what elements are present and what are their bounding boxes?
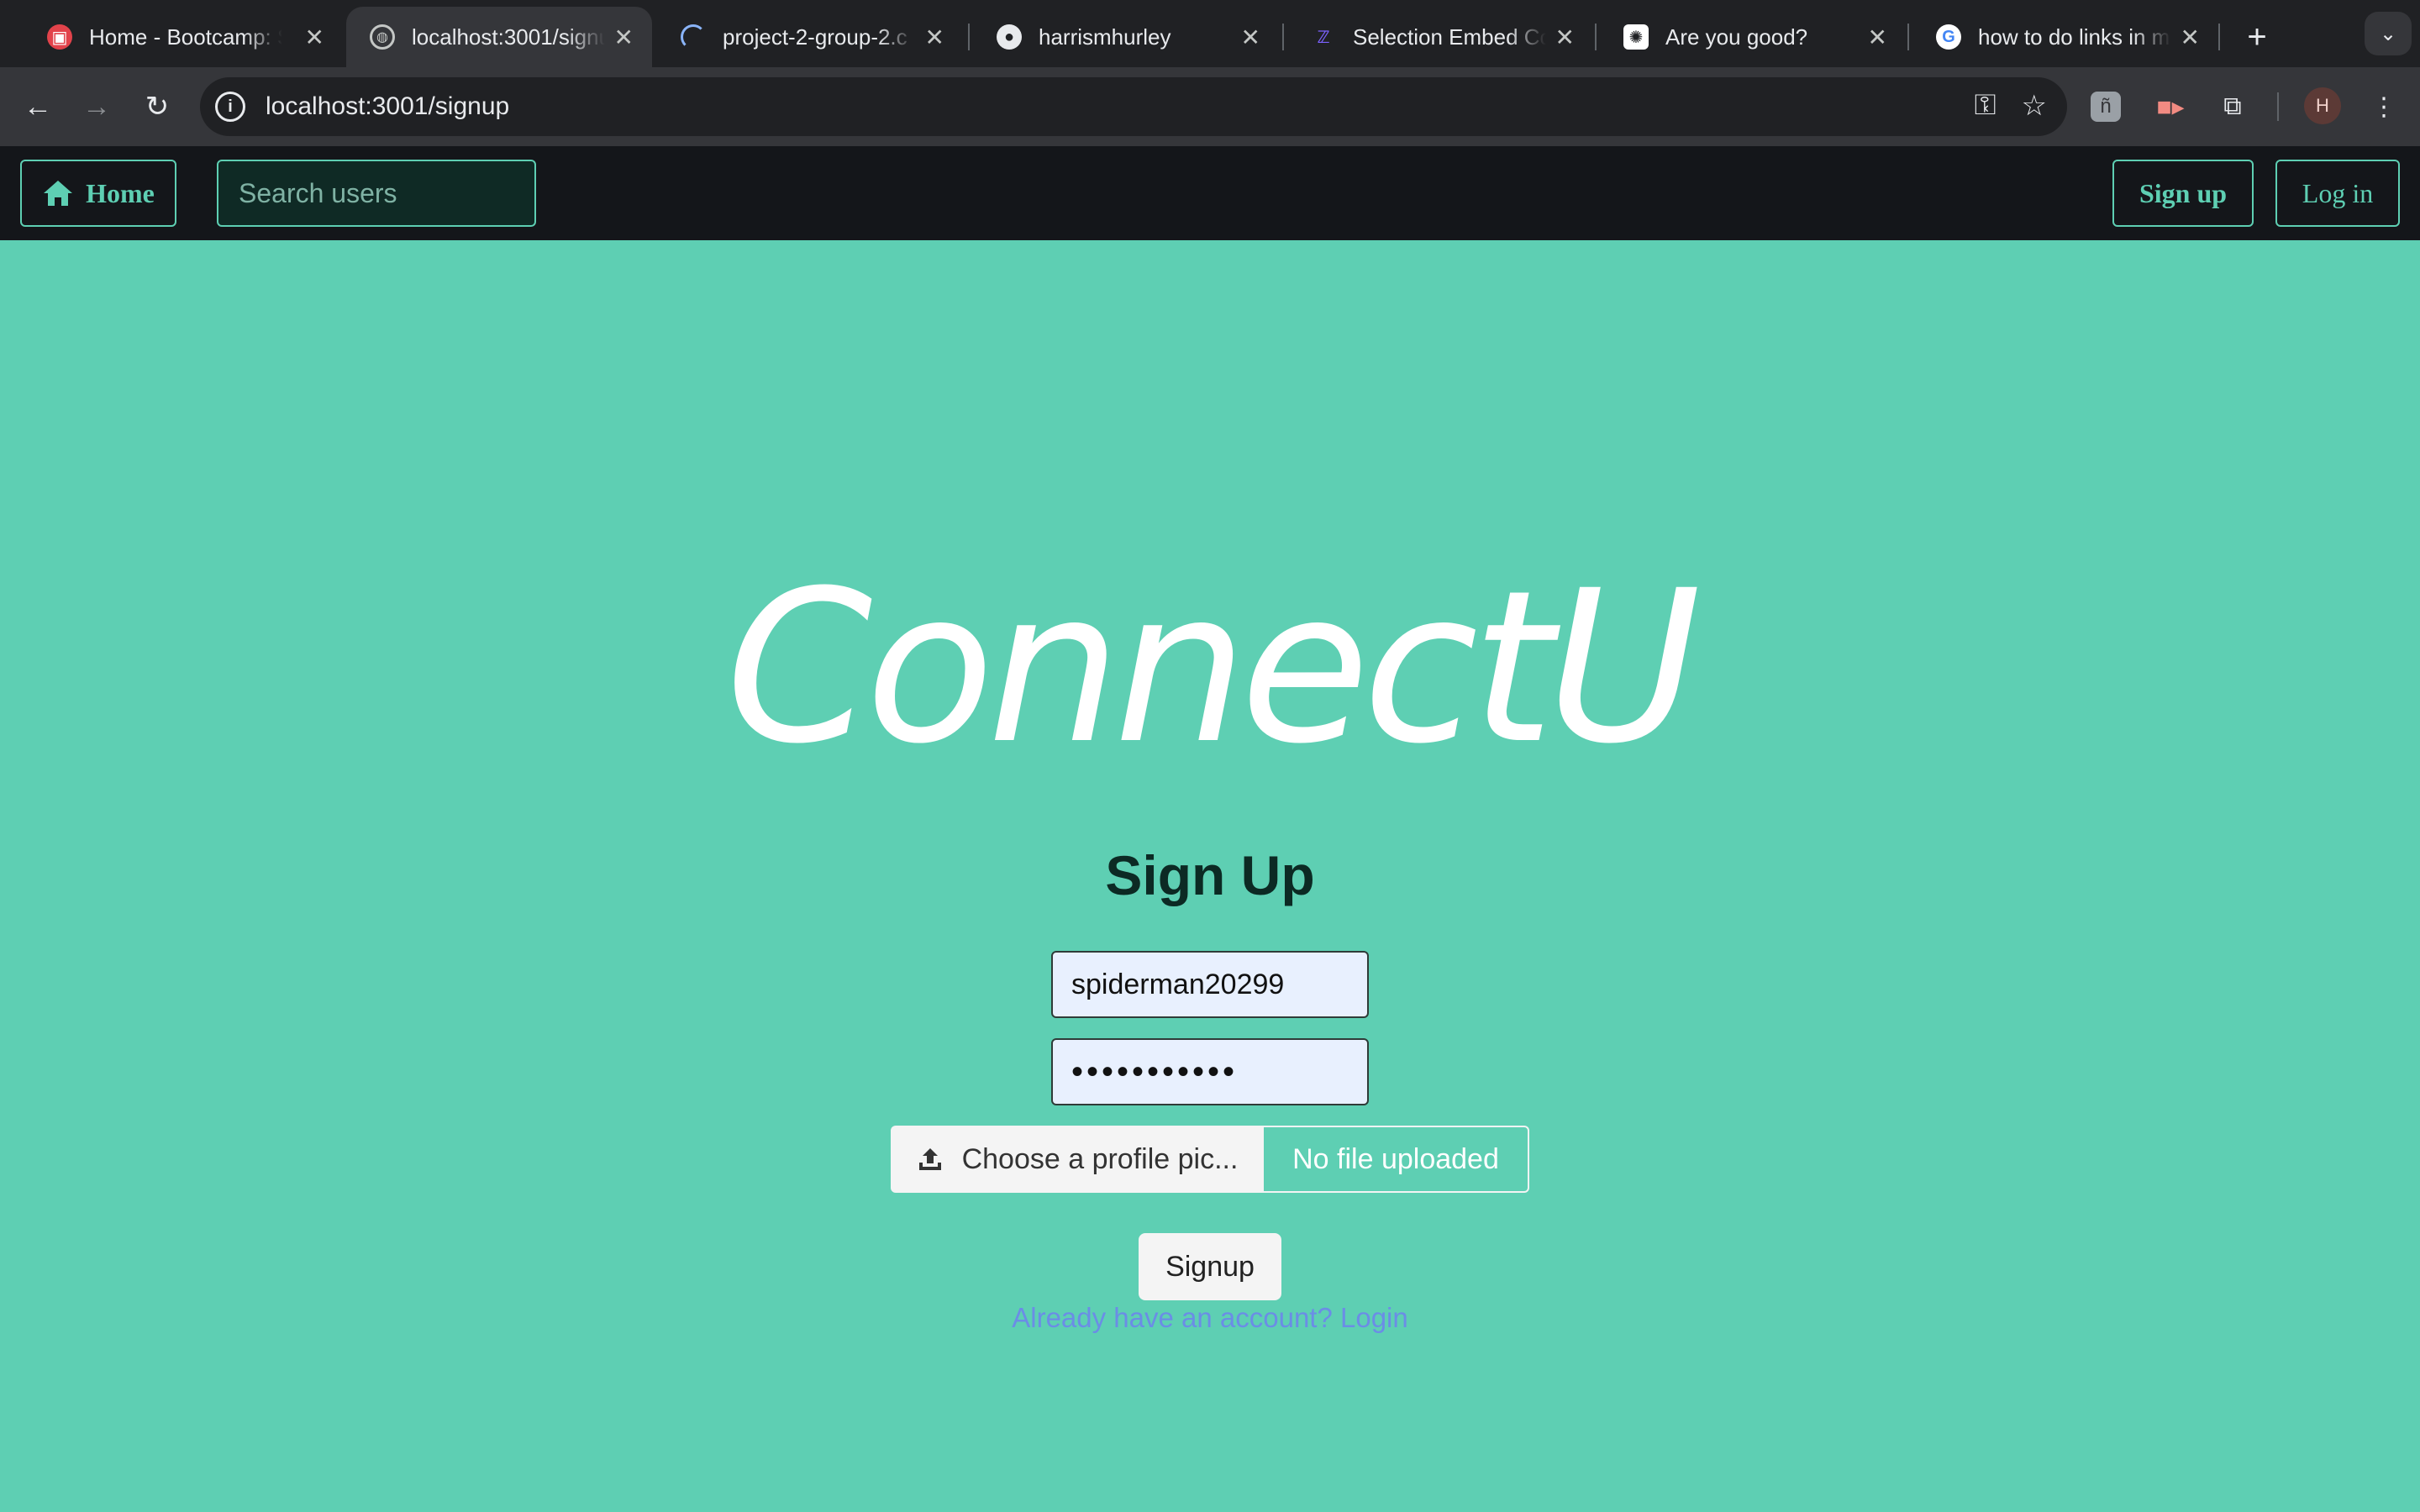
kebab-menu-icon[interactable]: ⋮ — [2365, 87, 2403, 126]
browser-tab[interactable]: ✺ Are you good? ✕ — [1600, 7, 1906, 67]
extensions-puzzle-icon[interactable]: ⧉ — [2213, 87, 2252, 126]
password-field[interactable]: ••••••••••• — [1051, 1038, 1369, 1105]
file-status-text: No file uploaded — [1264, 1126, 1529, 1193]
page-title: Sign Up — [1105, 844, 1315, 906]
login-nav-button[interactable]: Log in — [2275, 160, 2400, 227]
browser-tab[interactable]: G how to do links in m ✕ — [1912, 7, 2218, 67]
github-icon: ● — [997, 24, 1022, 50]
close-icon[interactable]: ✕ — [1241, 24, 1260, 51]
address-url[interactable]: localhost:3001/signup — [266, 92, 509, 121]
google-icon: G — [1936, 24, 1961, 50]
tab-separator — [968, 24, 970, 50]
tab-title: project-2-group-2.c — [723, 24, 908, 50]
tab-title: localhost:3001/signup — [412, 24, 605, 50]
home-label: Home — [86, 177, 155, 208]
brand-logo-text: ConnectU — [725, 545, 1702, 790]
tab-title: harrismhurley — [1039, 24, 1171, 50]
search-users-input[interactable] — [217, 160, 536, 227]
upload-icon — [918, 1148, 941, 1170]
tab-separator — [1595, 24, 1597, 50]
app-logo-icon: ℤ — [1317, 28, 1330, 47]
site-info-icon[interactable]: i — [215, 92, 245, 122]
browser-tab[interactable]: project-2-group-2.c ✕ — [657, 7, 963, 67]
browser-tab-strip: ▣ Home - Bootcamp: S ✕ ◍ localhost:3001/… — [0, 0, 2420, 67]
tab-separator — [1907, 24, 1909, 50]
close-icon[interactable]: ✕ — [614, 24, 634, 51]
close-icon[interactable]: ✕ — [2181, 24, 2200, 51]
tab-title: Home - Bootcamp: S — [89, 24, 282, 50]
screen-recorder-icon[interactable]: ■▸ — [2151, 87, 2190, 126]
username-field[interactable]: spiderman20299 — [1051, 951, 1369, 1018]
new-tab-button[interactable]: + — [2232, 12, 2282, 62]
address-bar-actions: ⚿ ☆ — [1975, 89, 2047, 123]
signup-nav-button[interactable]: Sign up — [2112, 160, 2254, 227]
close-icon[interactable]: ✕ — [1555, 24, 1575, 51]
tab-search-chevron-icon[interactable]: ⌄ — [2365, 12, 2412, 55]
tab-title: Are you good? — [1665, 24, 1808, 50]
tab-title: Selection Embed Co — [1353, 24, 1546, 50]
forward-arrow-icon[interactable]: → — [76, 86, 118, 128]
close-icon[interactable]: ✕ — [925, 24, 944, 51]
profile-avatar[interactable]: H — [2304, 87, 2341, 124]
loading-spinner-icon — [681, 24, 706, 50]
browser-tab-active[interactable]: ◍ localhost:3001/signup ✕ — [346, 7, 652, 67]
browser-tab[interactable]: ● harrismhurley ✕ — [973, 7, 1279, 67]
address-bar[interactable]: i localhost:3001/signup ⚿ ☆ — [200, 77, 2067, 136]
close-icon[interactable]: ✕ — [305, 24, 324, 51]
site-navbar: Home Sign up Log in — [0, 146, 2420, 240]
tab-separator — [2218, 24, 2220, 50]
signup-submit-button[interactable]: Signup — [1139, 1233, 1281, 1300]
login-link[interactable]: Already have an account? Login — [0, 1302, 2420, 1334]
browser-toolbar: ← → ↻ i localhost:3001/signup ⚿ ☆ ñ ■▸ ⧉… — [0, 67, 2420, 146]
bookmark-star-icon[interactable]: ☆ — [2022, 89, 2047, 123]
back-arrow-icon[interactable]: ← — [17, 86, 59, 128]
bootcamp-icon: ▣ — [47, 24, 72, 50]
close-icon[interactable]: ✕ — [1868, 24, 1887, 51]
tab-title: how to do links in m — [1978, 24, 2170, 50]
reload-icon[interactable]: ↻ — [136, 86, 178, 128]
chatgpt-icon: ✺ — [1623, 24, 1649, 50]
choose-file-button[interactable]: Choose a profile pic... — [891, 1126, 1264, 1193]
choose-file-label: Choose a profile pic... — [961, 1142, 1239, 1175]
home-icon — [44, 181, 73, 206]
profile-pic-file-input[interactable]: Choose a profile pic... No file uploaded — [891, 1126, 1529, 1193]
tab-separator — [1282, 24, 1284, 50]
toolbar-separator — [2277, 92, 2279, 121]
browser-tab[interactable]: ℤ Selection Embed Co ✕ — [1287, 7, 1593, 67]
password-key-icon[interactable]: ⚿ — [1975, 89, 1996, 123]
home-button[interactable]: Home — [20, 160, 176, 227]
extension-icon[interactable]: ñ — [2091, 92, 2121, 122]
browser-tab[interactable]: ▣ Home - Bootcamp: S ✕ — [24, 7, 343, 67]
globe-icon: ◍ — [370, 24, 395, 50]
